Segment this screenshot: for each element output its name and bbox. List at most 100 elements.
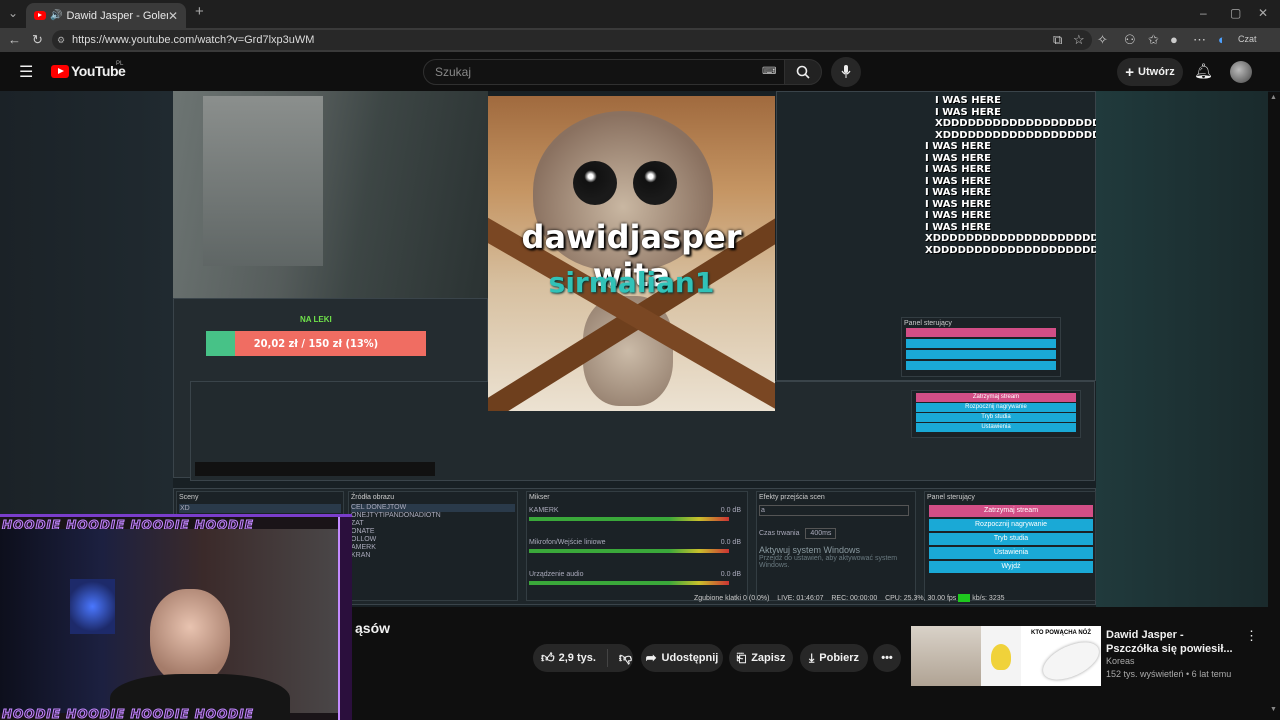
obs-source-item[interactable]: CEL DONEJTOW (351, 504, 515, 512)
obs-sources-title: Źródła obrazu (351, 494, 395, 501)
activate-windows-sub: Przejdź do ustawień, aby aktywować syste… (759, 555, 898, 569)
obs-control-button[interactable]: Ustawienia (929, 547, 1093, 559)
video-title-fragment: ąsów (355, 620, 391, 636)
menu-icon[interactable]: ☰ (19, 62, 33, 82)
download-label: Pobierz (819, 652, 860, 664)
mixer-volume-meter[interactable] (529, 517, 729, 521)
like-dislike-group: 👍︎ 2,9 tys. 👎︎ (533, 644, 633, 672)
scroll-up-icon[interactable]: ▲ (1270, 94, 1277, 101)
obs-control-button[interactable]: Rozpocznij nagrywanie (929, 519, 1093, 531)
more-menu-icon[interactable]: ⋯ (1193, 32, 1206, 48)
favorites-icon[interactable]: ✩ (1148, 32, 1159, 48)
chat-spam-line: I WAS HERE (925, 221, 991, 233)
obs-source-item[interactable]: ONEJTYTIPANDONADIOTN (351, 512, 515, 520)
taskbar (195, 462, 435, 476)
plus-icon: + (1125, 63, 1135, 81)
minimize-icon[interactable]: – (1200, 6, 1207, 20)
close-tab-icon[interactable]: ✕ (168, 9, 178, 23)
chat-spam-line: I WAS HERE (925, 198, 991, 210)
duration-value[interactable]: 400ms (805, 528, 837, 539)
browser-tab[interactable]: 🔊 Dawid Jasper - Golenie brwi, ✕ (26, 3, 186, 28)
bookmark-icon: ⎗ (736, 650, 747, 665)
webcam-side-banner (338, 517, 352, 720)
tab-list-icon[interactable]: ⌄ (8, 6, 18, 20)
transition-select[interactable]: a (759, 505, 909, 516)
obs-mid-stop: Zatrzymaj stream (916, 393, 1076, 402)
obs-status-dropped: Zgubione klatki 0 (0.0%) (694, 594, 770, 602)
obs-status-bar: Zgubione klatki 0 (0.0%) LIVE: 01:46:07 … (694, 594, 1005, 602)
duration-label: Czas trwania (759, 530, 800, 537)
scroll-down-icon[interactable]: ▼ (1270, 706, 1277, 713)
like-count: 2,9 tys. (558, 652, 596, 664)
chat-spam-line: I WAS HERE (925, 175, 991, 187)
close-window-icon[interactable]: ✕ (1258, 6, 1268, 20)
voice-search-button[interactable] (831, 57, 861, 87)
obs-status-live: LIVE: 01:46:07 (777, 594, 824, 602)
cat-welcome-overlay: dawidjasper wita sirmalian1 (488, 96, 775, 411)
obs-scene-item[interactable]: XD (179, 504, 341, 513)
back-icon[interactable]: ← (8, 32, 21, 47)
mixer-volume-meter[interactable] (529, 581, 729, 585)
bookmark-star-icon[interactable]: ☆ (1073, 32, 1085, 48)
webcam-overlay: HOODIE HOODIE HOODIE HOODIE HOODIE HOODI… (0, 514, 352, 720)
url-field[interactable]: ⚙ https://www.youtube.com/watch?v=Grd7lx… (52, 30, 1092, 50)
obs-control-button[interactable]: Wyjdź (929, 561, 1093, 573)
suggestion-title[interactable]: Dawid Jasper - Pszczółka się powiesił... (1106, 628, 1236, 656)
search-button[interactable] (784, 59, 822, 85)
save-button[interactable]: ⎗ Zapisz (729, 644, 793, 672)
obs-source-item[interactable]: KRAN (351, 552, 515, 560)
chat-spam-line: I WAS HERE (935, 95, 1001, 106)
reload-icon[interactable]: ↻ (32, 32, 43, 48)
notifications-bell-icon[interactable]: 🔔︎ (1194, 62, 1213, 80)
obs-status-kbps: kb/s: 3235 (972, 594, 1005, 602)
profile-icon[interactable]: ● (1170, 32, 1178, 47)
tab-title: Dawid Jasper - Golenie brwi, (66, 9, 167, 22)
keyboard-icon[interactable]: ⌨ (762, 60, 776, 84)
install-app-icon[interactable]: ⧉ (1053, 32, 1062, 48)
new-tab-icon[interactable]: + (195, 3, 204, 20)
share-label: Udostępnij (661, 652, 719, 664)
share-icon: ➦ (645, 650, 657, 665)
obs-control-button[interactable]: Tryb studia (929, 533, 1093, 545)
extensions-icon[interactable]: ✧ (1097, 32, 1108, 48)
suggestion-channel[interactable]: Koreas (1106, 656, 1135, 666)
obs-control-button[interactable]: Zatrzymaj stream (929, 505, 1093, 517)
suggestion-menu-icon[interactable]: ⋮ (1245, 628, 1258, 644)
suggestion-thumbnail[interactable]: KTO POWĄCHA NÓŻ (911, 626, 1101, 686)
youtube-logo-icon[interactable] (51, 65, 69, 78)
obs-source-item[interactable]: ZAT (351, 520, 515, 528)
donation-goal-bar: 20,02 zł / 150 zł (13%) (206, 331, 426, 356)
obs-source-item[interactable]: AMERK (351, 544, 515, 552)
copilot-icon[interactable]: ◐ (1218, 32, 1226, 47)
page-scrollbar[interactable]: ▲ ▼ (1268, 92, 1280, 720)
obs-source-item[interactable]: ONATE (351, 528, 515, 536)
search-input[interactable]: Szukaj ⌨ (423, 59, 785, 85)
mixer-volume-meter[interactable] (529, 549, 729, 553)
maximize-icon[interactable]: ▢ (1230, 6, 1241, 20)
thumbnail-caption: KTO POWĄCHA NÓŻ (1031, 630, 1091, 636)
create-button[interactable]: + Utwórz (1117, 58, 1183, 86)
account-avatar[interactable] (1230, 61, 1252, 83)
share-button[interactable]: ➦ Udostępnij (641, 644, 723, 672)
obs-mid-record: Rozpocznij nagrywanie (916, 403, 1076, 412)
audio-icon[interactable]: 🔊 (50, 10, 62, 21)
mixer-db-value: 0.0 dB (720, 507, 741, 514)
like-button[interactable]: 👍︎ 2,9 tys. (541, 650, 596, 666)
obs-source-item[interactable]: OLLOW (351, 536, 515, 544)
site-info-icon[interactable]: ⚙ (57, 30, 65, 50)
adblock-icon[interactable]: ⚇ (1124, 32, 1136, 48)
chat-label[interactable]: Czat (1238, 34, 1257, 44)
chat-spam-line: I WAS HERE (925, 187, 991, 198)
obs-mixer-panel: Mikser KAMERK 0.0 dB Mikrofon/Wejście lini… (526, 491, 748, 601)
dislike-button[interactable]: 👎︎ (619, 650, 632, 666)
more-actions-button[interactable]: ••• (873, 644, 901, 672)
obs-controls-panel: Panel sterujący Zatrzymaj stream Rozpoczn… (924, 491, 1096, 601)
download-button[interactable]: ⤓ Pobierz (800, 644, 868, 672)
webcam-banner-bottom: HOODIE HOODIE HOODIE HOODIE (2, 707, 254, 720)
address-bar-row: ← ↻ ⚙ https://www.youtube.com/watch?v=Gr… (0, 28, 1280, 52)
chat-spam-line: I WAS HERE (925, 152, 991, 164)
chat-spam-line: XDDDDDDDDDDDDDDDDDDDD (935, 129, 1109, 141)
obs-mid-studio: Tryb studia (916, 413, 1076, 422)
browser-tab-bar: ⌄ 🔊 Dawid Jasper - Golenie brwi, ✕ + – ▢… (0, 0, 1280, 28)
activate-windows: Aktywuj system Windows (759, 545, 861, 555)
